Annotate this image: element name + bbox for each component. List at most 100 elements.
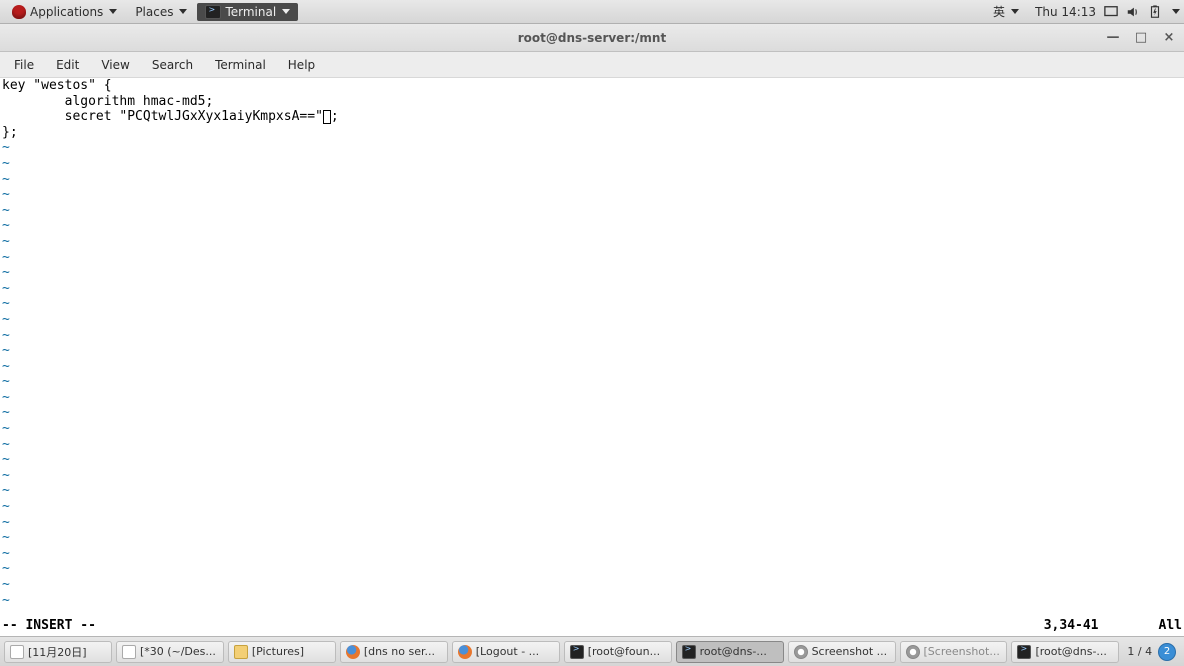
gnome-bottom-panel: [11月20日] [*30 (~/Des... [Pictures] [dns no … [0,636,1184,666]
empty-line: ~ [2,265,1182,281]
menu-view[interactable]: View [91,55,139,75]
code-line: }; [2,125,1182,141]
input-method-indicator[interactable]: 英 [985,1,1027,22]
empty-line: ~ [2,577,1182,593]
clock-label[interactable]: Thu 14:13 [1035,5,1096,19]
empty-line: ~ [2,281,1182,297]
terminal-content[interactable]: key "westos" { algorithm hmac-md5; secre… [0,78,1184,636]
notification-badge[interactable]: 2 [1158,643,1176,661]
term-icon [1017,645,1031,659]
empty-line: ~ [2,546,1182,562]
vim-tilde: ~ [2,140,10,155]
taskbar-button-label: [Pictures] [252,645,304,658]
term-icon [570,645,584,659]
workspace-text[interactable]: 1 / 4 [1127,645,1152,658]
vim-tilde: ~ [2,405,10,420]
empty-line: ~ [2,452,1182,468]
chevron-down-icon [282,9,290,14]
places-menu[interactable]: Places [127,3,195,21]
vim-status-line: -- INSERT -- 3,34-41 All [2,618,1182,634]
taskbar-button-label: [root@foun... [588,645,660,658]
window-titlebar[interactable]: root@dns-server:/mnt — □ × [0,24,1184,52]
taskbar-button[interactable]: [*30 (~/Des... [116,641,224,663]
lens-icon [906,645,920,659]
vim-tilde: ~ [2,546,10,561]
menu-help[interactable]: Help [278,55,325,75]
ff-icon [346,645,360,659]
taskbar-button-label: Screenshot ... [812,645,888,658]
vim-cursor-position: 3,34-41 [1044,618,1099,634]
empty-line: ~ [2,203,1182,219]
vim-tilde: ~ [2,437,10,452]
empty-line: ~ [2,218,1182,234]
taskbar-button[interactable]: [11月20日] [4,641,112,663]
top-panel-right: 英 Thu 14:13 [985,1,1180,22]
terminal-window: root@dns-server:/mnt — □ × File Edit Vie… [0,24,1184,636]
taskbar-button[interactable]: [root@dns-... [1011,641,1119,663]
vim-tilde: ~ [2,265,10,280]
vim-tilde: ~ [2,156,10,171]
vim-tilde: ~ [2,172,10,187]
vim-tilde: ~ [2,499,10,514]
taskbar-button-label: [Logout - ... [476,645,539,658]
empty-line: ~ [2,172,1182,188]
empty-line: ~ [2,374,1182,390]
system-menu-chevron-icon[interactable] [1172,9,1180,14]
vim-tilde: ~ [2,483,10,498]
lens-icon [794,645,808,659]
terminal-icon [205,5,221,19]
terminal-menu[interactable]: Terminal [197,3,298,21]
minimize-button[interactable]: — [1104,29,1122,47]
text-icon [122,645,136,659]
ff-icon [458,645,472,659]
terminal-label: Terminal [225,5,276,19]
maximize-button[interactable]: □ [1132,29,1150,47]
vim-tilde: ~ [2,343,10,358]
empty-line: ~ [2,234,1182,250]
taskbar-button[interactable]: root@dns-... [676,641,784,663]
vim-tilde: ~ [2,530,10,545]
empty-line: ~ [2,499,1182,515]
taskbar-button-label: [root@dns-... [1035,645,1107,658]
taskbar-button[interactable]: [Screenshot... [900,641,1008,663]
screen-icon[interactable] [1104,5,1118,19]
taskbar-button[interactable]: [Pictures] [228,641,336,663]
empty-line: ~ [2,483,1182,499]
code-line: secret "PCQtwlJGxXyx1aiyKmpxsA=="; [2,109,1182,125]
empty-line: ~ [2,421,1182,437]
menu-file[interactable]: File [4,55,44,75]
vim-tilde: ~ [2,390,10,405]
taskbar-button[interactable]: [root@foun... [564,641,672,663]
ime-label: 英 [993,3,1005,20]
battery-icon[interactable] [1148,5,1162,19]
empty-line: ~ [2,156,1182,172]
empty-line: ~ [2,343,1182,359]
taskbar-button-label: [dns no ser... [364,645,435,658]
empty-line: ~ [2,328,1182,344]
vim-tilde: ~ [2,312,10,327]
chevron-down-icon [179,9,187,14]
close-button[interactable]: × [1160,29,1178,47]
menu-search[interactable]: Search [142,55,203,75]
taskbar-button-label: [11月20日] [28,644,87,660]
taskbar-button[interactable]: [dns no ser... [340,641,448,663]
taskbar-button[interactable]: [Logout - ... [452,641,560,663]
vim-tilde: ~ [2,250,10,265]
menu-terminal[interactable]: Terminal [205,55,276,75]
vim-tilde: ~ [2,218,10,233]
applications-menu[interactable]: Applications [4,3,125,21]
volume-icon[interactable] [1126,5,1140,19]
top-panel-left: Applications Places Terminal [4,3,298,21]
taskbar-button[interactable]: Screenshot ... [788,641,896,663]
terminal-menubar: File Edit View Search Terminal Help [0,52,1184,78]
vim-tilde: ~ [2,561,10,576]
vim-tilde: ~ [2,328,10,343]
vim-scroll-indicator: All [1159,618,1182,634]
taskbar-button-label: root@dns-... [700,645,767,658]
vim-tilde: ~ [2,515,10,530]
menu-edit[interactable]: Edit [46,55,89,75]
chevron-down-icon [109,9,117,14]
empty-line: ~ [2,561,1182,577]
empty-line: ~ [2,405,1182,421]
empty-line: ~ [2,140,1182,156]
